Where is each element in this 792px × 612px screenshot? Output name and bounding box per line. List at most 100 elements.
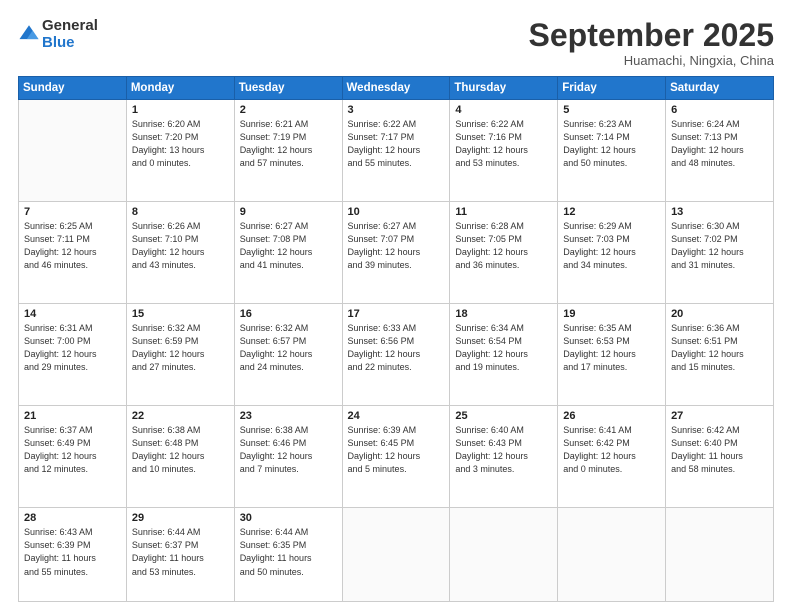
location-subtitle: Huamachi, Ningxia, China (529, 53, 774, 68)
day-info: Sunrise: 6:22 AMSunset: 7:16 PMDaylight:… (455, 118, 552, 170)
calendar-cell: 6 Sunrise: 6:24 AMSunset: 7:13 PMDaylight… (666, 100, 774, 202)
day-info: Sunrise: 6:23 AMSunset: 7:14 PMDaylight:… (563, 118, 660, 170)
day-info: Sunrise: 6:27 AMSunset: 7:07 PMDaylight:… (348, 220, 445, 272)
calendar-cell: 21Sunrise: 6:37 AMSunset: 6:49 PMDayligh… (19, 406, 127, 508)
calendar-cell: 19Sunrise: 6:35 AMSunset: 6:53 PMDayligh… (558, 304, 666, 406)
col-thursday: Thursday (450, 77, 558, 100)
calendar-cell: 29 Sunrise: 6:44 AMSunset: 6:37 PMDayligh… (126, 508, 234, 602)
day-number: 15 (132, 308, 229, 320)
calendar-cell (666, 508, 774, 602)
calendar-cell: 20 Sunrise: 6:36 AMSunset: 6:51 PMDayligh… (666, 304, 774, 406)
calendar-cell: 12 Sunrise: 6:29 AMSunset: 7:03 PMDayligh… (558, 202, 666, 304)
day-number: 22 (132, 410, 229, 422)
day-info: Sunrise: 6:36 AMSunset: 6:51 PMDaylight:… (671, 322, 768, 374)
day-number: 14 (24, 308, 121, 320)
calendar-cell: 7 Sunrise: 6:25 AMSunset: 7:11 PMDaylight… (19, 202, 127, 304)
day-number: 13 (671, 206, 768, 218)
day-info: Sunrise: 6:31 AMSunset: 7:00 PMDaylight:… (24, 322, 121, 374)
day-info: Sunrise: 6:37 AMSunset: 6:49 PMDaylight:… (24, 424, 121, 476)
calendar-cell: 5 Sunrise: 6:23 AMSunset: 7:14 PMDaylight… (558, 100, 666, 202)
day-number: 20 (671, 308, 768, 320)
day-info: Sunrise: 6:29 AMSunset: 7:03 PMDaylight:… (563, 220, 660, 272)
day-info: Sunrise: 6:38 AMSunset: 6:46 PMDaylight:… (240, 424, 337, 476)
calendar-cell (558, 508, 666, 602)
calendar-cell: 4 Sunrise: 6:22 AMSunset: 7:16 PMDaylight… (450, 100, 558, 202)
day-number: 30 (240, 512, 337, 524)
calendar-cell: 15Sunrise: 6:32 AMSunset: 6:59 PMDayligh… (126, 304, 234, 406)
day-info: Sunrise: 6:32 AMSunset: 6:57 PMDaylight:… (240, 322, 337, 374)
calendar-cell: 22 Sunrise: 6:38 AMSunset: 6:48 PMDayligh… (126, 406, 234, 508)
day-number: 3 (348, 104, 445, 116)
calendar-cell (19, 100, 127, 202)
day-number: 18 (455, 308, 552, 320)
day-number: 12 (563, 206, 660, 218)
logo-text: General Blue (42, 18, 98, 51)
calendar-cell: 17 Sunrise: 6:33 AMSunset: 6:56 PMDayligh… (342, 304, 450, 406)
day-info: Sunrise: 6:44 AMSunset: 6:37 PMDaylight:… (132, 526, 229, 578)
calendar-cell: 18 Sunrise: 6:34 AMSunset: 6:54 PMDayligh… (450, 304, 558, 406)
calendar-cell: 3 Sunrise: 6:22 AMSunset: 7:17 PMDaylight… (342, 100, 450, 202)
calendar-cell: 27 Sunrise: 6:42 AMSunset: 6:40 PMDayligh… (666, 406, 774, 508)
calendar-cell: 28 Sunrise: 6:43 AMSunset: 6:39 PMDayligh… (19, 508, 127, 602)
day-number: 29 (132, 512, 229, 524)
day-info: Sunrise: 6:43 AMSunset: 6:39 PMDaylight:… (24, 526, 121, 578)
calendar-cell: 13 Sunrise: 6:30 AMSunset: 7:02 PMDayligh… (666, 202, 774, 304)
page: General Blue September 2025 Huamachi, Ni… (0, 0, 792, 612)
month-title: September 2025 (529, 18, 774, 53)
col-monday: Monday (126, 77, 234, 100)
col-sunday: Sunday (19, 77, 127, 100)
calendar-header-row: Sunday Monday Tuesday Wednesday Thursday… (19, 77, 774, 100)
calendar-cell: 10 Sunrise: 6:27 AMSunset: 7:07 PMDayligh… (342, 202, 450, 304)
day-info: Sunrise: 6:27 AMSunset: 7:08 PMDaylight:… (240, 220, 337, 272)
calendar-cell: 24 Sunrise: 6:39 AMSunset: 6:45 PMDayligh… (342, 406, 450, 508)
day-number: 2 (240, 104, 337, 116)
day-info: Sunrise: 6:28 AMSunset: 7:05 PMDaylight:… (455, 220, 552, 272)
day-info: Sunrise: 6:26 AMSunset: 7:10 PMDaylight:… (132, 220, 229, 272)
logo: General Blue (18, 18, 98, 51)
day-info: Sunrise: 6:44 AMSunset: 6:35 PMDaylight:… (240, 526, 337, 578)
col-tuesday: Tuesday (234, 77, 342, 100)
day-number: 23 (240, 410, 337, 422)
calendar-cell: 30 Sunrise: 6:44 AMSunset: 6:35 PMDayligh… (234, 508, 342, 602)
day-info: Sunrise: 6:34 AMSunset: 6:54 PMDaylight:… (455, 322, 552, 374)
day-number: 8 (132, 206, 229, 218)
logo-icon (18, 23, 40, 45)
day-number: 28 (24, 512, 121, 524)
day-info: Sunrise: 6:38 AMSunset: 6:48 PMDaylight:… (132, 424, 229, 476)
day-info: Sunrise: 6:39 AMSunset: 6:45 PMDaylight:… (348, 424, 445, 476)
calendar-cell (342, 508, 450, 602)
day-info: Sunrise: 6:30 AMSunset: 7:02 PMDaylight:… (671, 220, 768, 272)
day-info: Sunrise: 6:24 AMSunset: 7:13 PMDaylight:… (671, 118, 768, 170)
day-number: 5 (563, 104, 660, 116)
calendar-cell: 14 Sunrise: 6:31 AMSunset: 7:00 PMDayligh… (19, 304, 127, 406)
day-number: 17 (348, 308, 445, 320)
day-number: 6 (671, 104, 768, 116)
day-info: Sunrise: 6:42 AMSunset: 6:40 PMDaylight:… (671, 424, 768, 476)
day-number: 4 (455, 104, 552, 116)
day-info: Sunrise: 6:21 AMSunset: 7:19 PMDaylight:… (240, 118, 337, 170)
day-number: 24 (348, 410, 445, 422)
day-number: 7 (24, 206, 121, 218)
day-number: 26 (563, 410, 660, 422)
col-wednesday: Wednesday (342, 77, 450, 100)
col-friday: Friday (558, 77, 666, 100)
title-block: September 2025 Huamachi, Ningxia, China (529, 18, 774, 68)
calendar-cell: 9Sunrise: 6:27 AMSunset: 7:08 PMDaylight… (234, 202, 342, 304)
day-info: Sunrise: 6:35 AMSunset: 6:53 PMDaylight:… (563, 322, 660, 374)
day-number: 10 (348, 206, 445, 218)
calendar-cell: 1Sunrise: 6:20 AMSunset: 7:20 PMDaylight… (126, 100, 234, 202)
calendar-cell: 26 Sunrise: 6:41 AMSunset: 6:42 PMDayligh… (558, 406, 666, 508)
day-info: Sunrise: 6:22 AMSunset: 7:17 PMDaylight:… (348, 118, 445, 170)
day-number: 25 (455, 410, 552, 422)
day-number: 16 (240, 308, 337, 320)
day-info: Sunrise: 6:25 AMSunset: 7:11 PMDaylight:… (24, 220, 121, 272)
day-number: 11 (455, 206, 552, 218)
logo-general-text: General (42, 18, 98, 35)
calendar-cell: 11 Sunrise: 6:28 AMSunset: 7:05 PMDayligh… (450, 202, 558, 304)
day-info: Sunrise: 6:41 AMSunset: 6:42 PMDaylight:… (563, 424, 660, 476)
day-number: 27 (671, 410, 768, 422)
calendar-cell: 16 Sunrise: 6:32 AMSunset: 6:57 PMDayligh… (234, 304, 342, 406)
day-info: Sunrise: 6:33 AMSunset: 6:56 PMDaylight:… (348, 322, 445, 374)
calendar-cell: 25Sunrise: 6:40 AMSunset: 6:43 PMDayligh… (450, 406, 558, 508)
calendar-cell: 23 Sunrise: 6:38 AMSunset: 6:46 PMDayligh… (234, 406, 342, 508)
